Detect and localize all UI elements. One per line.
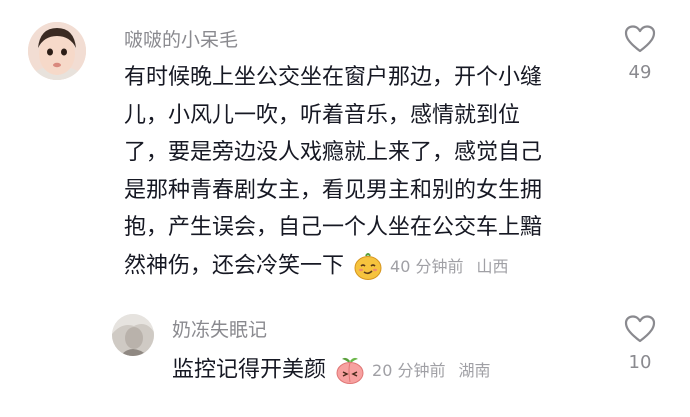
comment-location: 山西 (476, 256, 509, 276)
username[interactable]: 啵啵的小呆毛 (124, 25, 238, 52)
like-button[interactable]: 49 (620, 24, 660, 83)
comment-time: 20 分钟前 (372, 361, 446, 380)
heart-outline-icon[interactable] (624, 24, 656, 54)
username[interactable]: 奶冻失眠记 (172, 315, 267, 342)
comment-item[interactable]: 啵啵的小呆毛 有时候晚上坐公交坐在窗户那边，开个小缝 儿，小风儿一吹，听着音乐，… (0, 0, 690, 300)
reply-item[interactable]: 奶冻失眠记 监控记得开美颜 20 分钟前 湖南 10 (0, 300, 690, 417)
comment-line: 儿，小风儿一吹，听着音乐，感情就到位 (124, 102, 521, 128)
comment-line: 了，要是旁边没人戏瘾就上来了，感觉自己 (124, 140, 543, 165)
comment-text: 有时候晚上坐公交坐在窗户那边，开个小缝 儿，小风儿一吹，听着音乐，感情就到位 了… (124, 59, 604, 285)
comment-line-text: 然神伤，还会冷笑一下 (124, 252, 345, 278)
comment-time: 40 分钟前 (390, 256, 464, 276)
comment-text: 监控记得开美颜 20 分钟前 湖南 (172, 351, 490, 390)
like-count: 10 (628, 352, 652, 373)
comment-meta: 40 分钟前 山西 (353, 247, 508, 286)
peach-face-sticker (336, 357, 364, 384)
comment-line: 有时候晚上坐公交坐在窗户那边，开个小缝 (124, 65, 543, 90)
like-button[interactable]: 10 (620, 314, 660, 373)
comment-line: 抱，产生误会，自己一个人坐在公交车上黯 (124, 215, 543, 240)
comment-line-last: 然神伤，还会冷笑一下 40 分钟前 山西 (124, 247, 604, 286)
avatar[interactable] (28, 22, 86, 80)
smirking-face-sticker (354, 252, 382, 280)
like-count: 49 (628, 62, 652, 83)
heart-outline-icon[interactable] (624, 314, 656, 344)
comment-meta: 20 分钟前 湖南 (335, 351, 490, 390)
comment-line: 是那种青春剧女主，看见男主和别的女生拥 (124, 177, 543, 203)
avatar[interactable] (112, 314, 154, 356)
comment-location: 湖南 (458, 361, 491, 380)
comment-line-text: 监控记得开美颜 (172, 357, 327, 383)
